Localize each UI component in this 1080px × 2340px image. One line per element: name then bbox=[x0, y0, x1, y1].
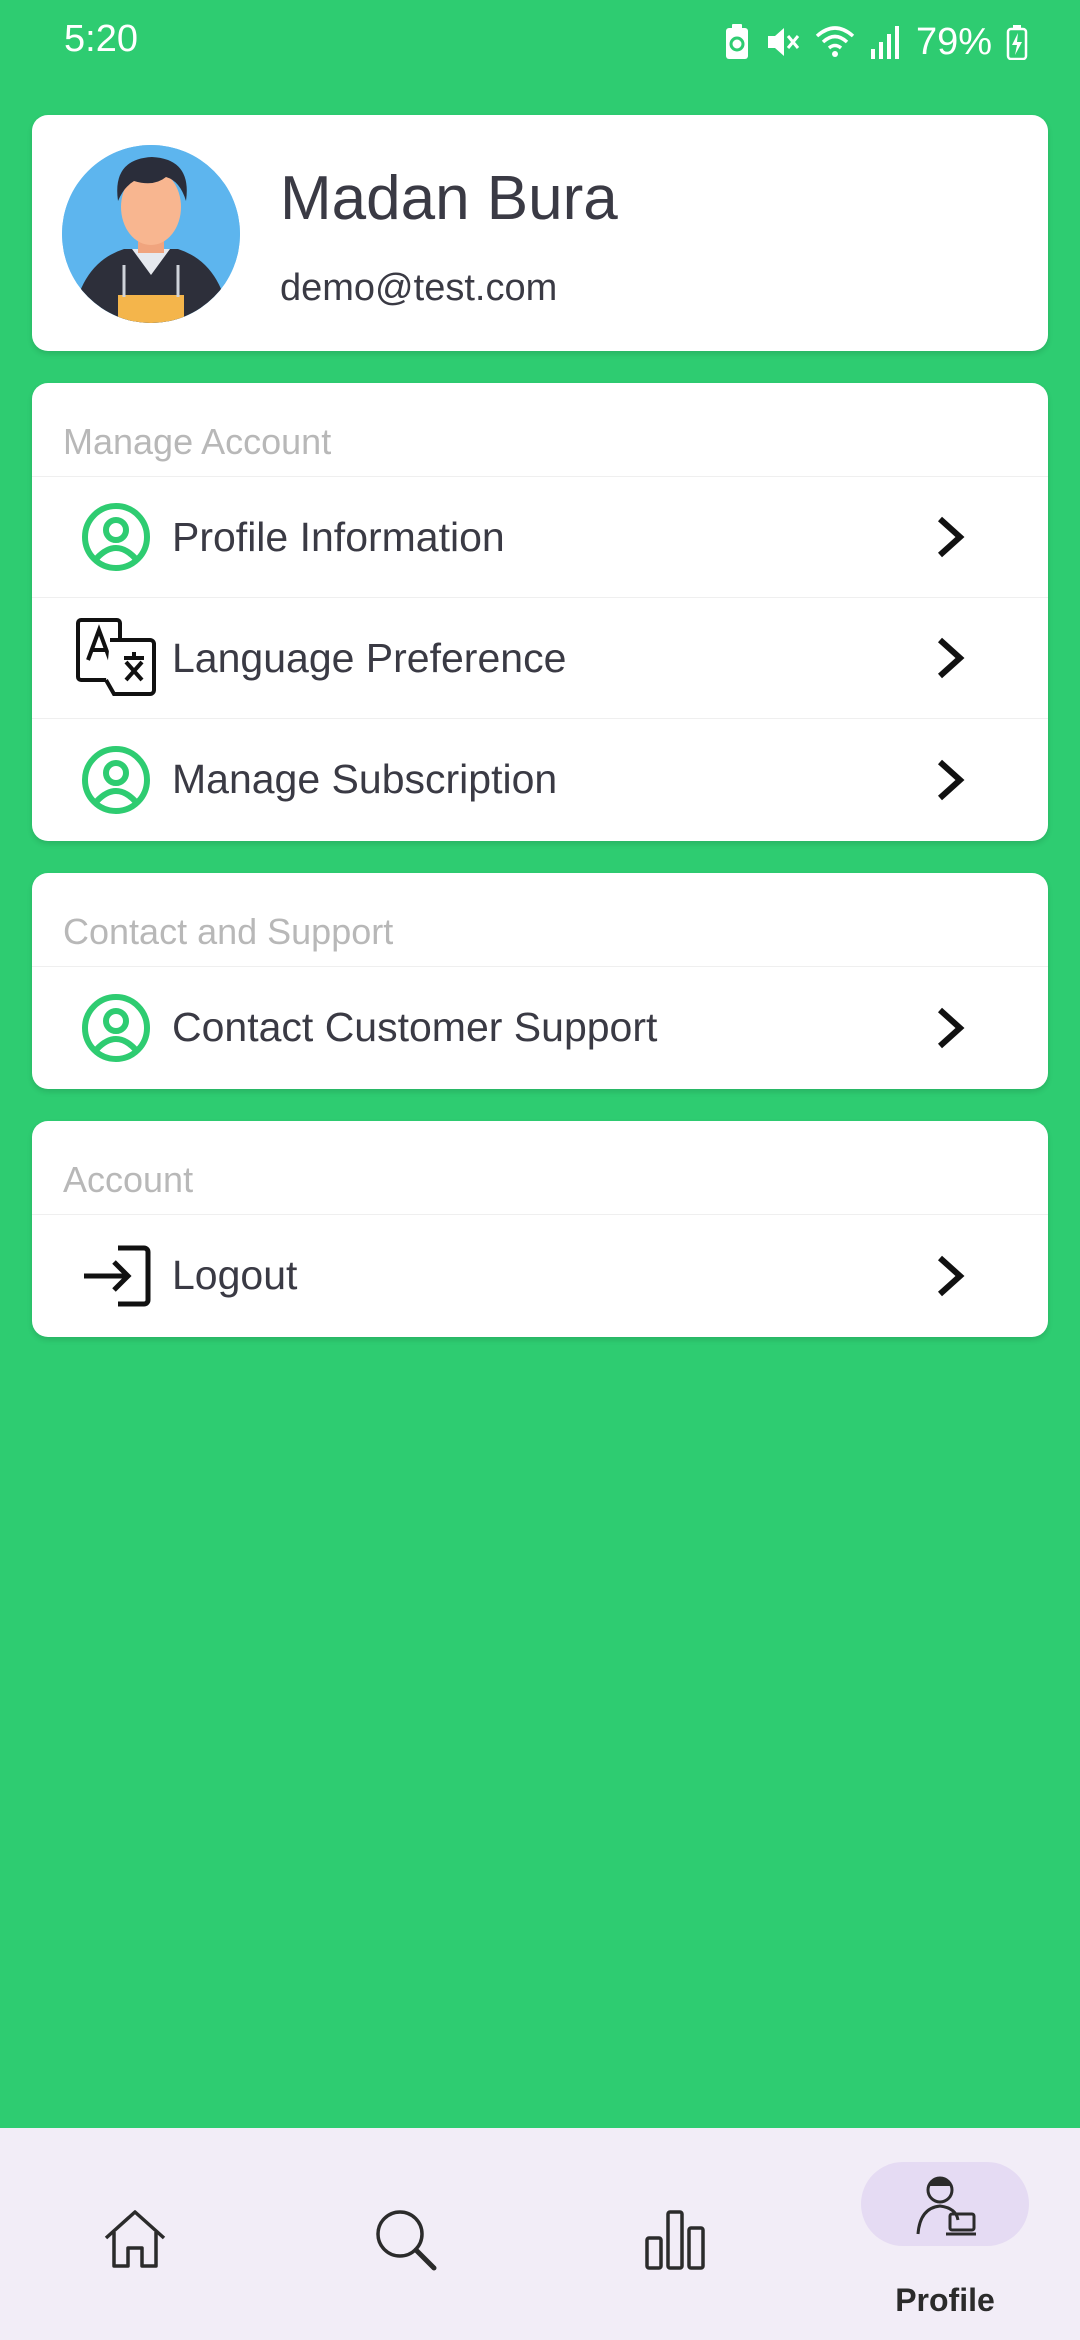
menu-item-contact-customer-support[interactable]: Contact Customer Support bbox=[32, 967, 1048, 1088]
profile-icon bbox=[916, 2176, 976, 2236]
chevron-right-icon bbox=[937, 637, 965, 679]
signal-icon bbox=[870, 26, 899, 59]
bar-chart-icon bbox=[645, 2210, 705, 2270]
battery-percent: 79% bbox=[915, 20, 992, 63]
menu-item-language-preference[interactable]: Language Preference bbox=[32, 598, 1048, 719]
section-title-manage-account: Manage Account bbox=[32, 383, 1048, 477]
status-time: 5:20 bbox=[64, 18, 138, 60]
menu-item-manage-subscription[interactable]: Manage Subscription bbox=[32, 719, 1048, 840]
wifi-icon bbox=[815, 26, 855, 57]
chevron-right-icon bbox=[937, 759, 965, 800]
search-icon bbox=[376, 2210, 437, 2271]
nav-item-home[interactable] bbox=[0, 2128, 270, 2340]
menu-label: Logout bbox=[172, 1252, 298, 1298]
battery-charging-icon bbox=[1006, 25, 1028, 60]
nav-item-stats[interactable] bbox=[540, 2128, 810, 2340]
home-icon bbox=[104, 2210, 166, 2268]
section-title-account: Account bbox=[32, 1121, 1048, 1215]
vibrate-mute-icon bbox=[767, 28, 800, 56]
nav-item-profile[interactable]: Profile bbox=[810, 2128, 1080, 2340]
chevron-right-icon bbox=[937, 1007, 965, 1048]
translate-icon bbox=[74, 616, 158, 700]
user-email: demo@test.com bbox=[280, 267, 558, 309]
nav-item-search[interactable] bbox=[270, 2128, 540, 2340]
avatar bbox=[62, 145, 240, 323]
status-icons: 79% bbox=[724, 18, 1028, 66]
chevron-right-icon bbox=[937, 516, 965, 558]
user-circle-icon bbox=[74, 986, 158, 1070]
menu-label: Manage Subscription bbox=[172, 756, 558, 802]
account-card: Account Logout bbox=[32, 1121, 1048, 1337]
bottom-navigation: Profile bbox=[0, 2128, 1080, 2340]
logout-icon bbox=[74, 1234, 158, 1318]
menu-item-profile-information[interactable]: Profile Information bbox=[32, 477, 1048, 598]
menu-label: Profile Information bbox=[172, 513, 505, 560]
profile-card: Madan Bura demo@test.com bbox=[32, 115, 1048, 351]
user-circle-icon bbox=[74, 495, 158, 579]
contact-support-card: Contact and Support Contact Customer Sup… bbox=[32, 873, 1048, 1089]
user-name: Madan Bura bbox=[280, 164, 618, 233]
nav-active-indicator bbox=[861, 2162, 1029, 2246]
nav-label-profile: Profile bbox=[895, 2282, 995, 2318]
status-bar: 5:20 79% bbox=[0, 0, 1080, 90]
section-title-contact-support: Contact and Support bbox=[32, 873, 1048, 967]
menu-label: Language Preference bbox=[172, 634, 567, 681]
chevron-right-icon bbox=[937, 1255, 965, 1296]
menu-label: Contact Customer Support bbox=[172, 1004, 658, 1050]
menu-item-logout[interactable]: Logout bbox=[32, 1215, 1048, 1336]
user-circle-icon bbox=[74, 738, 158, 822]
battery-saver-icon bbox=[725, 24, 748, 59]
manage-account-card: Manage Account Profile Information Langu… bbox=[32, 383, 1048, 841]
